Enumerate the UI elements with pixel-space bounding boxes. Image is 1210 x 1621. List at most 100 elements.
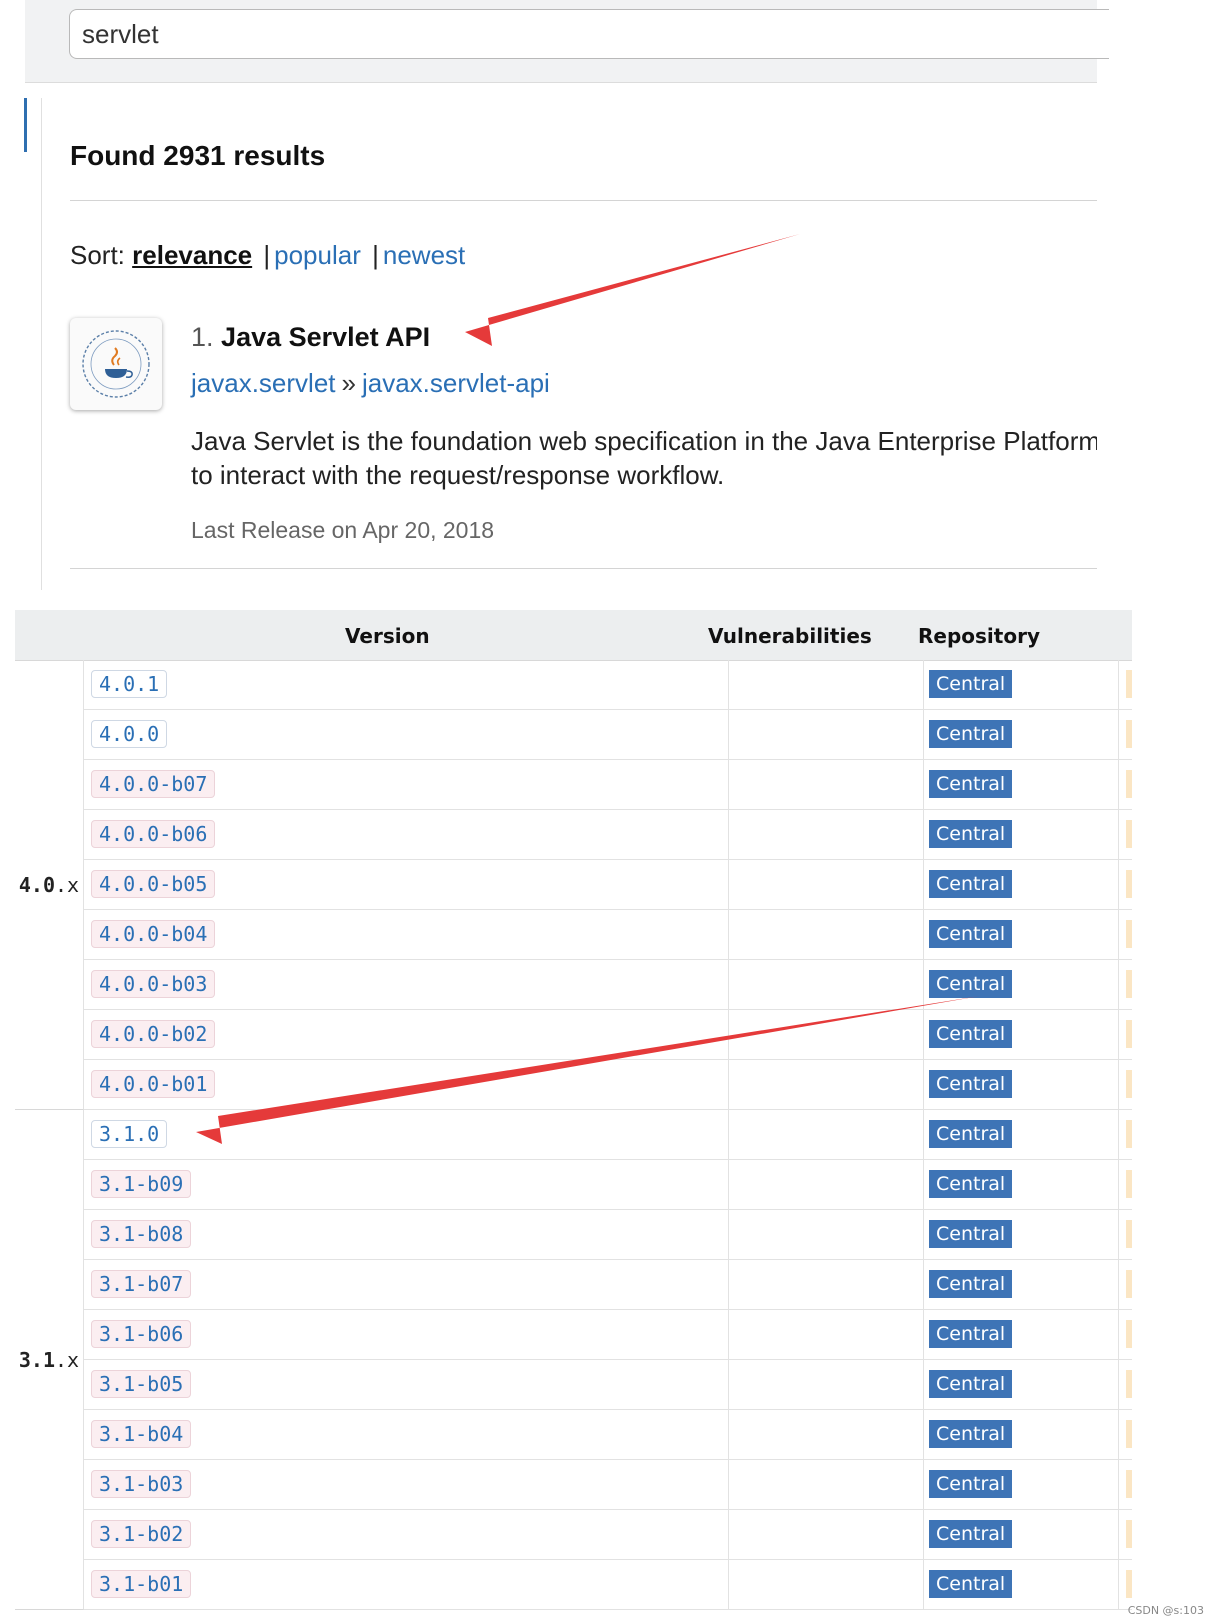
table-row: 3.1-b05 Central 2 [83,1360,1132,1410]
repository-badge[interactable]: Central [929,820,1013,848]
sort-option-newest[interactable]: newest [383,240,465,270]
version-link[interactable]: 3.1-b09 [91,1170,192,1198]
versions-table: Version Vulnerabilities Repository 4.0.1… [15,610,1132,1621]
usage-count[interactable]: 4 [1126,720,1132,748]
version-link[interactable]: 3.1-b03 [91,1470,192,1498]
usage-count[interactable]: 0 [1126,1470,1132,1498]
column-divider [1118,1110,1119,1159]
usage-count[interactable]: 4 [1126,870,1132,898]
version-group-suffix: .x [55,872,80,897]
repository-badge[interactable]: Central [929,1170,1013,1198]
repository-badge[interactable]: Central [929,1520,1013,1548]
usage-count[interactable]: 4 [1126,670,1132,698]
column-divider [923,1110,924,1159]
column-divider [923,860,924,909]
version-link[interactable]: 3.1-b06 [91,1320,192,1348]
result-group-link[interactable]: javax.servlet [191,368,336,398]
table-row: 3.1-b08 Central 3 [83,1210,1132,1260]
repository-badge[interactable]: Central [929,720,1013,748]
usage-count[interactable]: 2 [1126,1420,1132,1448]
column-divider [923,1260,924,1309]
result-coordinates: javax.servlet» javax.servlet-api [191,368,550,399]
version-link[interactable]: 4.0.0-b02 [91,1020,216,1048]
column-divider [923,1210,924,1259]
version-link[interactable]: 4.0.0-b01 [91,1070,216,1098]
table-row: 3.1-b04 Central 2 [83,1410,1132,1460]
java-community-logo-icon[interactable] [70,318,162,410]
repository-badge[interactable]: Central [929,920,1013,948]
search-input[interactable] [69,9,1109,59]
version-link[interactable]: 3.1-b07 [91,1270,192,1298]
column-divider [923,1010,924,1059]
usage-count[interactable]: 2 [1126,770,1132,798]
usage-count[interactable]: 2 [1126,970,1132,998]
version-link[interactable]: 4.0.1 [91,670,168,698]
repository-badge[interactable]: Central [929,1270,1013,1298]
sort-separator: | [372,240,379,270]
repository-badge[interactable]: Central [929,1470,1013,1498]
column-divider [923,1360,924,1409]
repository-badge[interactable]: Central [929,1020,1013,1048]
repository-badge[interactable]: Central [929,1120,1013,1148]
table-row: 3.1-b03 Central 0 [83,1460,1132,1510]
result-artifact-link[interactable]: javax.servlet-api [362,368,550,398]
table-row: 3.1-b01 Central 1 [83,1560,1132,1610]
column-divider [728,810,729,859]
column-divider [728,910,729,959]
version-link[interactable]: 4.0.0-b06 [91,820,216,848]
column-divider [728,1260,729,1309]
repository-badge[interactable]: Central [929,870,1013,898]
column-divider [923,1560,924,1609]
result-description-line: Java Servlet is the foundation web speci… [191,426,1097,456]
repository-badge[interactable]: Central [929,670,1013,698]
result-last-release: Last Release on Apr 20, 2018 [191,517,495,543]
usage-count[interactable]: 3 [1126,1220,1132,1248]
usage-count[interactable]: 1 [1126,1170,1132,1198]
usage-count[interactable]: 1 [1126,1120,1132,1148]
repository-badge[interactable]: Central [929,1070,1013,1098]
version-link[interactable]: 4.0.0-b03 [91,970,216,998]
usage-count[interactable]: 3 [1126,1320,1132,1348]
column-divider [1118,760,1119,809]
usage-count[interactable]: 3 [1126,1020,1132,1048]
usage-count[interactable]: 0 [1126,920,1132,948]
usage-count[interactable]: 2 [1126,1070,1132,1098]
version-link[interactable]: 3.1-b04 [91,1420,192,1448]
repository-badge[interactable]: Central [929,970,1013,998]
version-link[interactable]: 3.1.0 [91,1120,168,1148]
version-link[interactable]: 3.1-b08 [91,1220,192,1248]
repository-badge[interactable]: Central [929,1220,1013,1248]
usage-count[interactable]: 2 [1126,1370,1132,1398]
sort-label: Sort: [70,240,125,270]
column-divider [1118,1360,1119,1409]
column-divider [728,710,729,759]
sort-option-popular[interactable]: popular [274,240,361,270]
column-divider [1118,1260,1119,1309]
version-link[interactable]: 3.1-b01 [91,1570,192,1598]
sort-option-relevance[interactable]: relevance [132,240,252,270]
repository-badge[interactable]: Central [929,1570,1013,1598]
version-link[interactable]: 4.0.0-b07 [91,770,216,798]
version-group-major: 3.1 [18,1347,56,1372]
results-count-title: Found 2931 results [70,140,326,171]
version-group-label: 3.1 .x [15,1110,84,1610]
column-divider [728,660,729,709]
version-link[interactable]: 3.1-b05 [91,1370,192,1398]
column-divider [728,1410,729,1459]
version-link[interactable]: 4.0.0 [91,720,168,748]
version-link[interactable]: 4.0.0-b05 [91,870,216,898]
search-panel [25,0,1109,83]
column-divider [923,710,924,759]
column-divider [1118,1510,1119,1559]
usage-count[interactable]: 1 [1126,1520,1132,1548]
version-link[interactable]: 3.1-b02 [91,1520,192,1548]
repository-badge[interactable]: Central [929,1420,1013,1448]
result-title-link[interactable]: Java Servlet API [221,322,430,352]
repository-badge[interactable]: Central [929,770,1013,798]
usage-count[interactable]: 4 [1126,1270,1132,1298]
usage-count[interactable]: 0 [1126,820,1132,848]
repository-badge[interactable]: Central [929,1370,1013,1398]
usage-count[interactable]: 1 [1126,1570,1132,1598]
version-link[interactable]: 4.0.0-b04 [91,920,216,948]
repository-badge[interactable]: Central [929,1320,1013,1348]
